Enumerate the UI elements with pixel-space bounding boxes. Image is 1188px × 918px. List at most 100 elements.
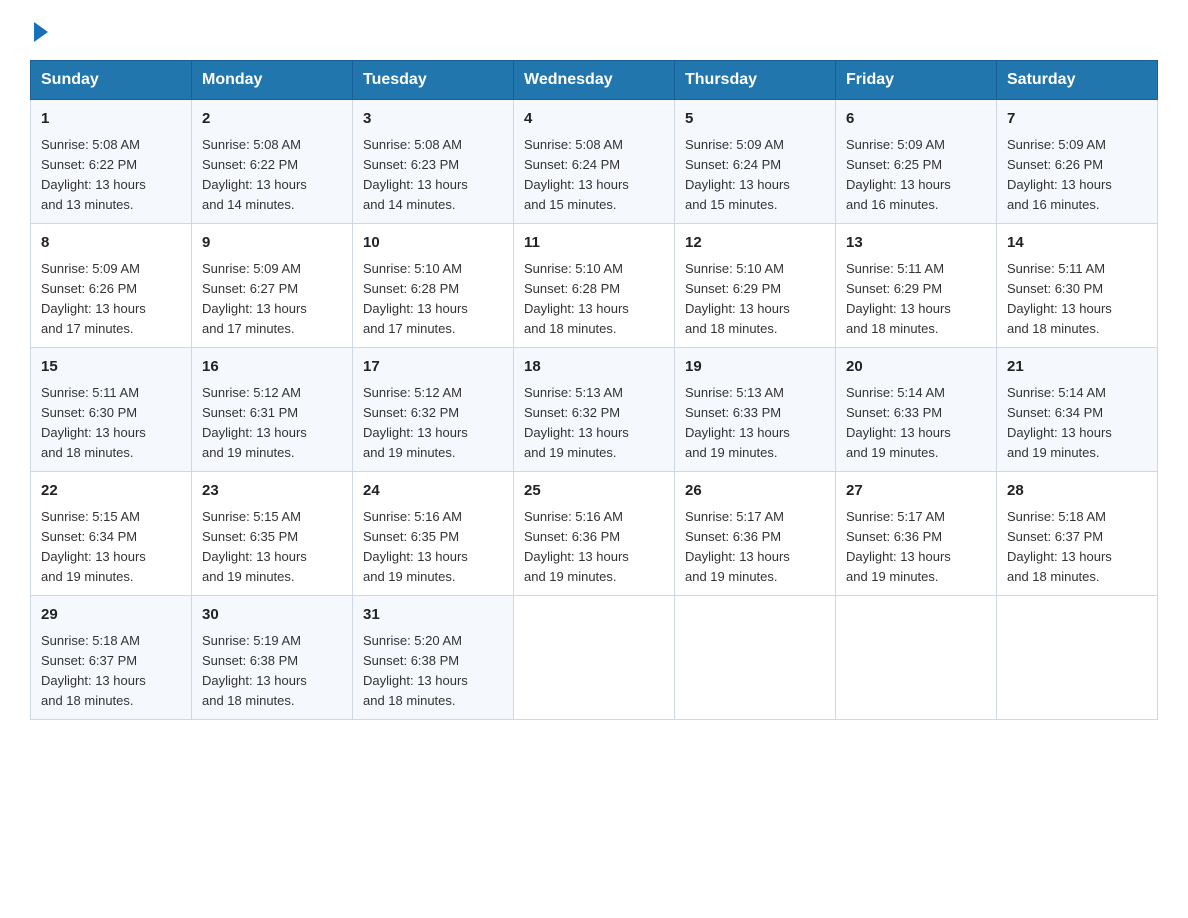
weekday-header-saturday: Saturday [997, 61, 1158, 100]
calendar-cell: 7 Sunrise: 5:09 AMSunset: 6:26 PMDayligh… [997, 100, 1158, 224]
day-info: Sunrise: 5:09 AMSunset: 6:26 PMDaylight:… [41, 261, 146, 336]
calendar-cell [997, 596, 1158, 720]
calendar-cell: 4 Sunrise: 5:08 AMSunset: 6:24 PMDayligh… [514, 100, 675, 224]
day-info: Sunrise: 5:14 AMSunset: 6:33 PMDaylight:… [846, 385, 951, 460]
day-number: 21 [1007, 356, 1147, 379]
day-info: Sunrise: 5:15 AMSunset: 6:34 PMDaylight:… [41, 509, 146, 584]
logo-arrow-icon [34, 22, 48, 42]
day-number: 17 [363, 356, 503, 379]
day-number: 27 [846, 480, 986, 503]
calendar-cell: 1 Sunrise: 5:08 AMSunset: 6:22 PMDayligh… [31, 100, 192, 224]
day-number: 2 [202, 108, 342, 131]
day-number: 28 [1007, 480, 1147, 503]
calendar-cell: 30 Sunrise: 5:19 AMSunset: 6:38 PMDaylig… [192, 596, 353, 720]
day-info: Sunrise: 5:17 AMSunset: 6:36 PMDaylight:… [846, 509, 951, 584]
day-info: Sunrise: 5:19 AMSunset: 6:38 PMDaylight:… [202, 633, 307, 708]
weekday-header-friday: Friday [836, 61, 997, 100]
day-number: 22 [41, 480, 181, 503]
page-header [30, 20, 1158, 42]
day-info: Sunrise: 5:13 AMSunset: 6:33 PMDaylight:… [685, 385, 790, 460]
day-info: Sunrise: 5:15 AMSunset: 6:35 PMDaylight:… [202, 509, 307, 584]
calendar-cell: 12 Sunrise: 5:10 AMSunset: 6:29 PMDaylig… [675, 224, 836, 348]
calendar-cell: 2 Sunrise: 5:08 AMSunset: 6:22 PMDayligh… [192, 100, 353, 224]
day-info: Sunrise: 5:09 AMSunset: 6:24 PMDaylight:… [685, 137, 790, 212]
calendar-cell: 24 Sunrise: 5:16 AMSunset: 6:35 PMDaylig… [353, 472, 514, 596]
calendar-cell: 28 Sunrise: 5:18 AMSunset: 6:37 PMDaylig… [997, 472, 1158, 596]
day-info: Sunrise: 5:09 AMSunset: 6:27 PMDaylight:… [202, 261, 307, 336]
day-number: 31 [363, 604, 503, 627]
day-number: 15 [41, 356, 181, 379]
weekday-header-thursday: Thursday [675, 61, 836, 100]
calendar-cell: 31 Sunrise: 5:20 AMSunset: 6:38 PMDaylig… [353, 596, 514, 720]
day-number: 3 [363, 108, 503, 131]
day-number: 4 [524, 108, 664, 131]
day-number: 13 [846, 232, 986, 255]
calendar-cell: 5 Sunrise: 5:09 AMSunset: 6:24 PMDayligh… [675, 100, 836, 224]
day-info: Sunrise: 5:08 AMSunset: 6:23 PMDaylight:… [363, 137, 468, 212]
day-info: Sunrise: 5:12 AMSunset: 6:31 PMDaylight:… [202, 385, 307, 460]
day-number: 16 [202, 356, 342, 379]
calendar-cell: 16 Sunrise: 5:12 AMSunset: 6:31 PMDaylig… [192, 348, 353, 472]
day-number: 11 [524, 232, 664, 255]
calendar-week-row: 22 Sunrise: 5:15 AMSunset: 6:34 PMDaylig… [31, 472, 1158, 596]
day-info: Sunrise: 5:11 AMSunset: 6:29 PMDaylight:… [846, 261, 951, 336]
day-number: 1 [41, 108, 181, 131]
calendar-cell: 18 Sunrise: 5:13 AMSunset: 6:32 PMDaylig… [514, 348, 675, 472]
day-number: 10 [363, 232, 503, 255]
day-info: Sunrise: 5:10 AMSunset: 6:28 PMDaylight:… [524, 261, 629, 336]
calendar-cell: 20 Sunrise: 5:14 AMSunset: 6:33 PMDaylig… [836, 348, 997, 472]
day-number: 14 [1007, 232, 1147, 255]
calendar-cell: 19 Sunrise: 5:13 AMSunset: 6:33 PMDaylig… [675, 348, 836, 472]
calendar-cell: 25 Sunrise: 5:16 AMSunset: 6:36 PMDaylig… [514, 472, 675, 596]
day-info: Sunrise: 5:14 AMSunset: 6:34 PMDaylight:… [1007, 385, 1112, 460]
day-number: 12 [685, 232, 825, 255]
day-info: Sunrise: 5:12 AMSunset: 6:32 PMDaylight:… [363, 385, 468, 460]
calendar-header-row: SundayMondayTuesdayWednesdayThursdayFrid… [31, 61, 1158, 100]
day-number: 23 [202, 480, 342, 503]
logo [30, 20, 48, 42]
calendar-cell: 13 Sunrise: 5:11 AMSunset: 6:29 PMDaylig… [836, 224, 997, 348]
day-info: Sunrise: 5:17 AMSunset: 6:36 PMDaylight:… [685, 509, 790, 584]
calendar-cell [675, 596, 836, 720]
calendar-cell: 29 Sunrise: 5:18 AMSunset: 6:37 PMDaylig… [31, 596, 192, 720]
day-info: Sunrise: 5:10 AMSunset: 6:29 PMDaylight:… [685, 261, 790, 336]
day-number: 9 [202, 232, 342, 255]
day-number: 8 [41, 232, 181, 255]
calendar-cell: 21 Sunrise: 5:14 AMSunset: 6:34 PMDaylig… [997, 348, 1158, 472]
weekday-header-monday: Monday [192, 61, 353, 100]
calendar-week-row: 1 Sunrise: 5:08 AMSunset: 6:22 PMDayligh… [31, 100, 1158, 224]
day-number: 24 [363, 480, 503, 503]
day-info: Sunrise: 5:13 AMSunset: 6:32 PMDaylight:… [524, 385, 629, 460]
calendar-cell: 26 Sunrise: 5:17 AMSunset: 6:36 PMDaylig… [675, 472, 836, 596]
day-info: Sunrise: 5:08 AMSunset: 6:22 PMDaylight:… [41, 137, 146, 212]
day-number: 30 [202, 604, 342, 627]
weekday-header-tuesday: Tuesday [353, 61, 514, 100]
calendar-week-row: 29 Sunrise: 5:18 AMSunset: 6:37 PMDaylig… [31, 596, 1158, 720]
day-number: 19 [685, 356, 825, 379]
day-info: Sunrise: 5:18 AMSunset: 6:37 PMDaylight:… [1007, 509, 1112, 584]
calendar-cell: 3 Sunrise: 5:08 AMSunset: 6:23 PMDayligh… [353, 100, 514, 224]
calendar-cell: 15 Sunrise: 5:11 AMSunset: 6:30 PMDaylig… [31, 348, 192, 472]
day-info: Sunrise: 5:08 AMSunset: 6:24 PMDaylight:… [524, 137, 629, 212]
calendar-cell: 23 Sunrise: 5:15 AMSunset: 6:35 PMDaylig… [192, 472, 353, 596]
day-info: Sunrise: 5:20 AMSunset: 6:38 PMDaylight:… [363, 633, 468, 708]
calendar-cell [836, 596, 997, 720]
day-info: Sunrise: 5:16 AMSunset: 6:35 PMDaylight:… [363, 509, 468, 584]
day-info: Sunrise: 5:10 AMSunset: 6:28 PMDaylight:… [363, 261, 468, 336]
day-info: Sunrise: 5:11 AMSunset: 6:30 PMDaylight:… [1007, 261, 1112, 336]
day-number: 26 [685, 480, 825, 503]
calendar-cell [514, 596, 675, 720]
day-number: 5 [685, 108, 825, 131]
calendar-cell: 14 Sunrise: 5:11 AMSunset: 6:30 PMDaylig… [997, 224, 1158, 348]
weekday-header-wednesday: Wednesday [514, 61, 675, 100]
calendar-cell: 27 Sunrise: 5:17 AMSunset: 6:36 PMDaylig… [836, 472, 997, 596]
day-number: 18 [524, 356, 664, 379]
day-number: 25 [524, 480, 664, 503]
calendar-cell: 9 Sunrise: 5:09 AMSunset: 6:27 PMDayligh… [192, 224, 353, 348]
calendar-cell: 17 Sunrise: 5:12 AMSunset: 6:32 PMDaylig… [353, 348, 514, 472]
day-info: Sunrise: 5:09 AMSunset: 6:26 PMDaylight:… [1007, 137, 1112, 212]
day-info: Sunrise: 5:16 AMSunset: 6:36 PMDaylight:… [524, 509, 629, 584]
calendar-cell: 10 Sunrise: 5:10 AMSunset: 6:28 PMDaylig… [353, 224, 514, 348]
calendar-table: SundayMondayTuesdayWednesdayThursdayFrid… [30, 60, 1158, 720]
calendar-cell: 6 Sunrise: 5:09 AMSunset: 6:25 PMDayligh… [836, 100, 997, 224]
